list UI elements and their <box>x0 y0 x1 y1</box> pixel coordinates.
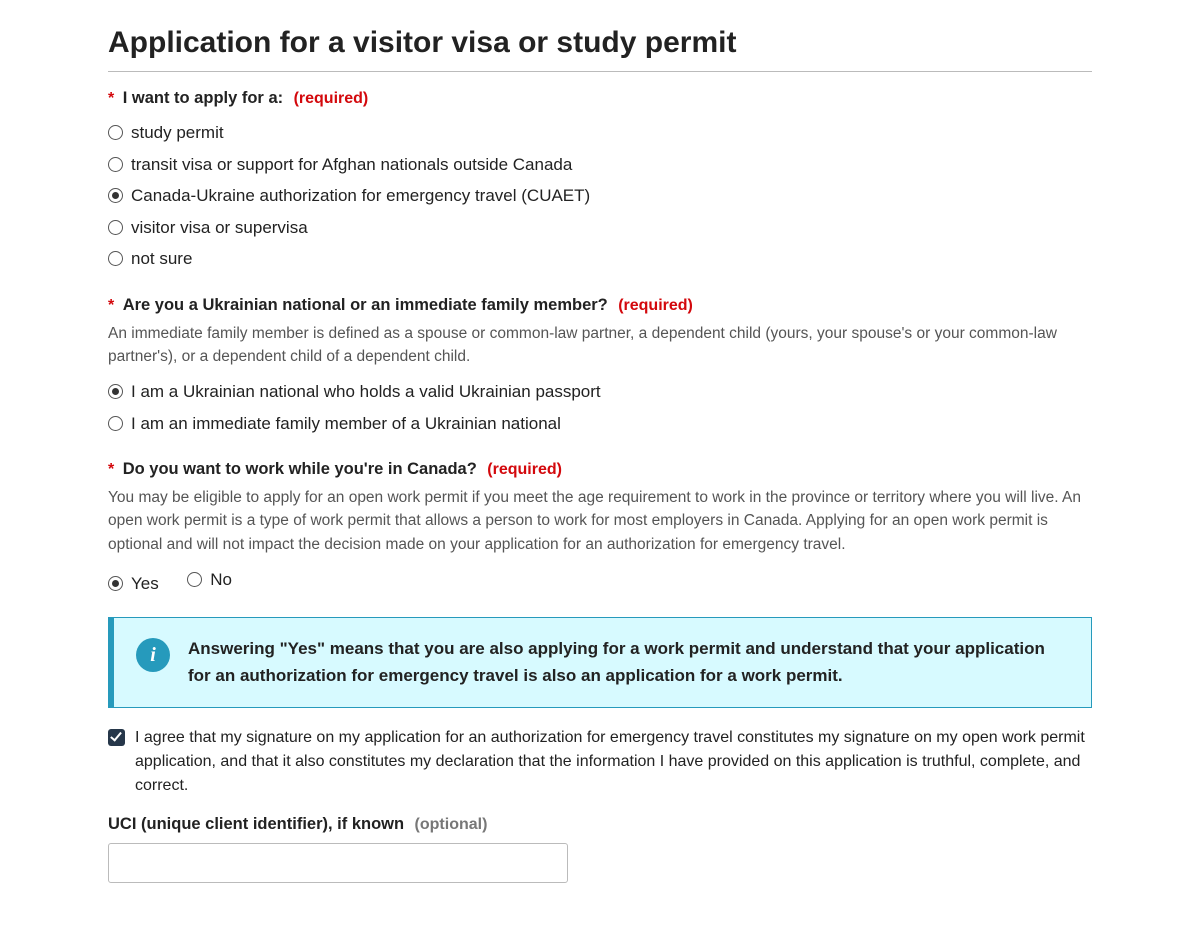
work-help-text: You may be eligible to apply for an open… <box>108 486 1092 556</box>
apply-for-label: I want to apply for a: <box>123 89 283 107</box>
radio-label: transit visa or support for Afghan natio… <box>131 152 572 178</box>
info-icon: i <box>136 638 170 672</box>
radio-icon <box>108 220 123 235</box>
uci-label: UCI (unique client identifier), if known <box>108 815 404 833</box>
work-label: Do you want to work while you're in Cana… <box>123 460 477 478</box>
radio-label: not sure <box>131 246 192 272</box>
radio-ukrainian-passport[interactable]: I am a Ukrainian national who holds a va… <box>108 376 1092 408</box>
required-tag: (required) <box>618 297 693 314</box>
field-uci: UCI (unique client identifier), if known… <box>108 812 1092 883</box>
field-label-row: * I want to apply for a: (required) <box>108 86 1092 111</box>
radio-not-sure[interactable]: not sure <box>108 243 1092 275</box>
work-options: Yes No <box>108 564 1092 600</box>
radio-icon <box>108 157 123 172</box>
ukrainian-help-text: An immediate family member is defined as… <box>108 322 1092 369</box>
radio-label: visitor visa or supervisa <box>131 215 308 241</box>
radio-study-permit[interactable]: study permit <box>108 117 1092 149</box>
field-label-row: UCI (unique client identifier), if known… <box>108 812 1092 837</box>
uci-input[interactable] <box>108 843 568 883</box>
radio-visitor-visa[interactable]: visitor visa or supervisa <box>108 212 1092 244</box>
radio-icon <box>108 416 123 431</box>
required-tag: (required) <box>487 461 562 478</box>
form-container: Application for a visitor visa or study … <box>100 20 1100 883</box>
field-label-row: * Are you a Ukrainian national or an imm… <box>108 293 1092 318</box>
field-ukrainian-national: * Are you a Ukrainian national or an imm… <box>108 293 1092 440</box>
apply-for-options: study permit transit visa or support for… <box>108 117 1092 275</box>
required-asterisk: * <box>108 90 114 107</box>
radio-icon <box>187 572 202 587</box>
radio-label: I am a Ukrainian national who holds a va… <box>131 379 601 405</box>
field-apply-for: * I want to apply for a: (required) stud… <box>108 86 1092 275</box>
field-work-in-canada: * Do you want to work while you're in Ca… <box>108 457 1092 599</box>
radio-cuaet[interactable]: Canada-Ukraine authorization for emergen… <box>108 180 1092 212</box>
field-label-row: * Do you want to work while you're in Ca… <box>108 457 1092 482</box>
required-asterisk: * <box>108 461 114 478</box>
radio-label: No <box>210 567 232 593</box>
radio-label: study permit <box>131 120 224 146</box>
radio-icon <box>108 251 123 266</box>
radio-family-member[interactable]: I am an immediate family member of a Ukr… <box>108 408 1092 440</box>
radio-icon <box>108 125 123 140</box>
radio-work-yes[interactable]: Yes <box>108 568 159 600</box>
radio-transit-visa[interactable]: transit visa or support for Afghan natio… <box>108 149 1092 181</box>
radio-icon <box>108 188 123 203</box>
agree-label: I agree that my signature on my applicat… <box>135 726 1092 798</box>
page-title: Application for a visitor visa or study … <box>108 20 1092 72</box>
radio-label: I am an immediate family member of a Ukr… <box>131 411 561 437</box>
ukrainian-options: I am a Ukrainian national who holds a va… <box>108 376 1092 439</box>
radio-work-no[interactable]: No <box>187 564 232 596</box>
radio-icon <box>108 384 123 399</box>
info-text: Answering "Yes" means that you are also … <box>188 636 1069 689</box>
radio-label: Canada-Ukraine authorization for emergen… <box>131 183 590 209</box>
ukrainian-label: Are you a Ukrainian national or an immed… <box>123 296 608 314</box>
agree-checkbox-row[interactable]: I agree that my signature on my applicat… <box>108 726 1092 798</box>
checkbox-icon <box>108 729 125 746</box>
required-asterisk: * <box>108 297 114 314</box>
optional-tag: (optional) <box>415 816 488 833</box>
info-alert: i Answering "Yes" means that you are als… <box>108 617 1092 708</box>
radio-icon <box>108 576 123 591</box>
radio-label: Yes <box>131 571 159 597</box>
required-tag: (required) <box>294 90 369 107</box>
